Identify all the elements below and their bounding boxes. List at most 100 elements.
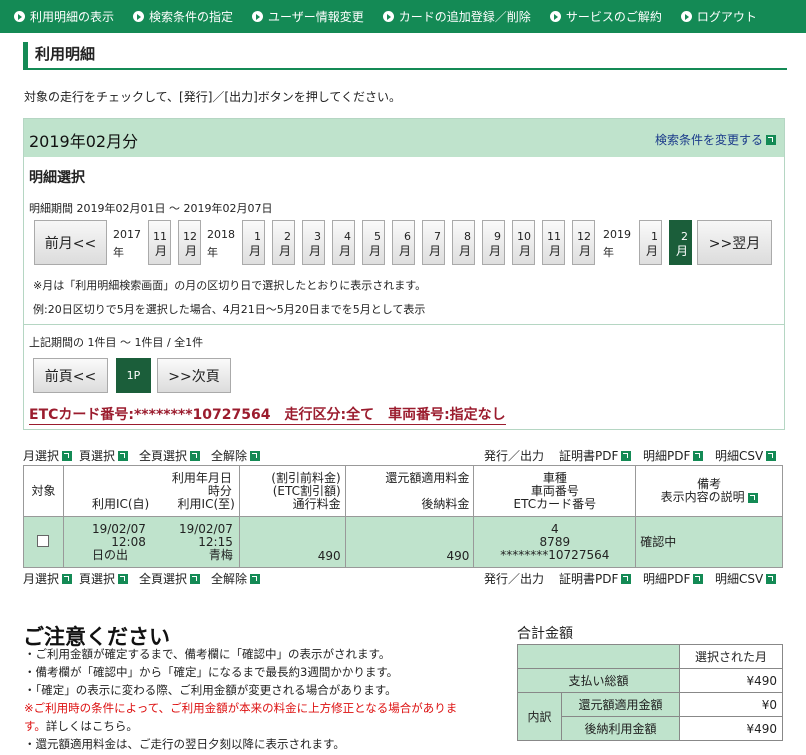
month-unit: 月	[549, 244, 562, 258]
month-unit: 月	[155, 244, 168, 258]
month-button-2018-10[interactable]: 10 月	[512, 220, 535, 265]
arrow-icon	[118, 450, 129, 461]
detail-pdf-link[interactable]: 明細PDF	[643, 570, 704, 587]
nav-label: ユーザー情報変更	[268, 10, 364, 24]
month-button-2018-6[interactable]: 6月	[392, 220, 415, 265]
nav-usage-details[interactable]: 利用明細の表示	[14, 8, 114, 25]
usage-table: 対象 利用年月日 時分 利用IC(自) 利用IC(至) (割引前料金) (ETC割引…	[23, 465, 783, 568]
row-deferred-cell: 490	[344, 516, 475, 568]
select-month-link[interactable]: 月選択	[23, 447, 73, 464]
nav-search-conditions[interactable]: 検索条件の指定	[133, 8, 233, 25]
arrow-icon	[118, 573, 129, 584]
top-nav: 利用明細の表示 検索条件の指定 ユーザー情報変更 カードの追加登録／削除 サービ…	[0, 0, 806, 33]
nav-label: 検索条件の指定	[149, 10, 234, 24]
month-button-2018-4[interactable]: 4月	[332, 220, 355, 265]
deferred-amount-label: 後納利用金額	[561, 716, 680, 741]
certificate-pdf-link[interactable]: 証明書PDF	[559, 447, 632, 464]
year-label-2019: 2019 年	[603, 228, 631, 259]
month-button-2018-12[interactable]: 12 月	[572, 220, 595, 265]
detail-link[interactable]: 詳しくはこちら。	[46, 719, 138, 733]
arrow-icon	[693, 573, 704, 584]
arrow-icon	[250, 573, 261, 584]
month-header: 2019年02月分 検索条件を変更する	[24, 119, 784, 157]
nav-cancel-service[interactable]: サービスのご解約	[549, 8, 662, 25]
arrow-icon	[190, 450, 201, 461]
issue-output-link[interactable]: 発行／出力	[484, 447, 544, 464]
next-page-button[interactable]: >>次頁	[157, 358, 231, 393]
header-rebate: 還元額適用料金 後納料金	[344, 465, 475, 517]
arrow-circle-icon	[14, 11, 25, 22]
month-button-2018-9[interactable]: 9月	[482, 220, 505, 265]
arrow-icon	[250, 450, 261, 461]
month-button-2018-11[interactable]: 11 月	[542, 220, 565, 265]
row-remarks-cell: 確認中	[635, 516, 783, 568]
month-unit: 月	[519, 244, 532, 258]
header-target: 対象	[23, 465, 64, 517]
external-link-icon	[766, 134, 776, 145]
month-selection-panel: 2019年02月分 検索条件を変更する 明細選択 明細期間 2019年02月01…	[23, 118, 785, 430]
select-page-link[interactable]: 頁選択	[79, 570, 129, 587]
instruction-text: 対象の走行をチェックして、[発行]／[出力]ボタンを押してください。	[24, 90, 402, 104]
month-button-2018-3[interactable]: 3月	[302, 220, 325, 265]
month-unit: 月	[279, 244, 292, 258]
next-month-button[interactable]: >>翌月	[697, 220, 772, 265]
month-button-2018-2[interactable]: 2月	[272, 220, 295, 265]
select-all-link[interactable]: 全頁選択	[139, 570, 201, 587]
month-button-2017-12[interactable]: 12 月	[178, 220, 201, 265]
prev-month-button[interactable]: 前月<<	[34, 220, 107, 265]
row-checkbox[interactable]	[37, 534, 50, 547]
total-amount-value: ¥490	[678, 668, 784, 693]
month-unit: 月	[369, 244, 382, 258]
month-unit: 月	[676, 244, 689, 258]
change-conditions-link[interactable]: 検索条件を変更する	[655, 131, 776, 148]
nav-label: 利用明細の表示	[30, 10, 115, 24]
select-page-link[interactable]: 頁選択	[79, 447, 129, 464]
month-unit: 月	[339, 244, 352, 258]
certificate-pdf-link[interactable]: 証明書PDF	[559, 570, 632, 587]
arrow-icon[interactable]	[747, 492, 758, 503]
month-unit: 月	[579, 244, 592, 258]
arrow-circle-icon	[133, 11, 145, 22]
detail-csv-link[interactable]: 明細CSV	[715, 447, 777, 464]
month-unit: 月	[459, 244, 472, 258]
table-header-row: 対象 利用年月日 時分 利用IC(自) 利用IC(至) (割引前料金) (ETC割引…	[23, 465, 783, 517]
deselect-all-link[interactable]: 全解除	[211, 570, 261, 587]
deselect-all-link[interactable]: 全解除	[211, 447, 261, 464]
rebate-amount-label: 還元額適用金額	[561, 692, 680, 717]
arrow-circle-icon	[382, 11, 394, 22]
year-label-2018: 2018 年	[207, 228, 235, 259]
nav-logout[interactable]: ログアウト	[680, 8, 757, 25]
nav-card-registration[interactable]: カードの追加登録／削除	[382, 8, 531, 25]
month-button-2017-11[interactable]: 11 月	[148, 220, 171, 265]
month-button-2019-2[interactable]: 2月	[669, 220, 692, 265]
nav-user-info[interactable]: ユーザー情報変更	[252, 8, 364, 25]
select-month-link[interactable]: 月選択	[23, 570, 73, 587]
page-title: 利用明細	[23, 42, 787, 70]
caution-warning-cont: す。詳しくはこちら。	[24, 719, 138, 733]
month-button-2018-8[interactable]: 8月	[452, 220, 475, 265]
month-button-2018-7[interactable]: 7月	[422, 220, 445, 265]
current-page-button[interactable]: 1P	[116, 358, 151, 393]
month-example: 例:20日区切りで5月を選択した場合、4月21日〜5月20日までを5月として表示	[33, 303, 426, 316]
selected-month-header: 選択された月	[678, 644, 784, 669]
caution-line: ・「確定」の表示に変わる際、ご利用金額が変更される場合があります。	[24, 683, 397, 697]
month-note: ※月は「利用明細検索画面」の月の区切り日で選択したとおりに表示されます。	[33, 279, 427, 292]
issue-output-link[interactable]: 発行／出力	[484, 570, 544, 587]
month-button-2019-1[interactable]: 1月	[639, 220, 662, 265]
year-label-2017: 2017 年	[113, 228, 141, 259]
header-fare: (割引前料金) (ETC割引額) 通行料金	[238, 465, 346, 517]
arrow-circle-icon	[549, 11, 561, 22]
arrow-circle-icon	[252, 11, 264, 22]
detail-csv-link[interactable]: 明細CSV	[715, 570, 777, 587]
table-row: 19/02/07 12:08 日の出 19/02/07 12:15 青梅 490 490…	[23, 516, 783, 568]
prev-page-button[interactable]: 前頁<<	[33, 358, 108, 393]
select-all-link[interactable]: 全頁選択	[139, 447, 201, 464]
month-unit: 月	[185, 244, 198, 258]
nav-label: カードの追加登録／削除	[398, 10, 531, 24]
deferred-amount-value: ¥490	[678, 716, 784, 741]
month-button-2018-1[interactable]: 1月	[242, 220, 265, 265]
month-title: 2019年02月分	[29, 132, 139, 151]
detail-pdf-link[interactable]: 明細PDF	[643, 447, 704, 464]
month-button-2018-5[interactable]: 5月	[362, 220, 385, 265]
breakdown-label: 内訳	[517, 692, 562, 741]
